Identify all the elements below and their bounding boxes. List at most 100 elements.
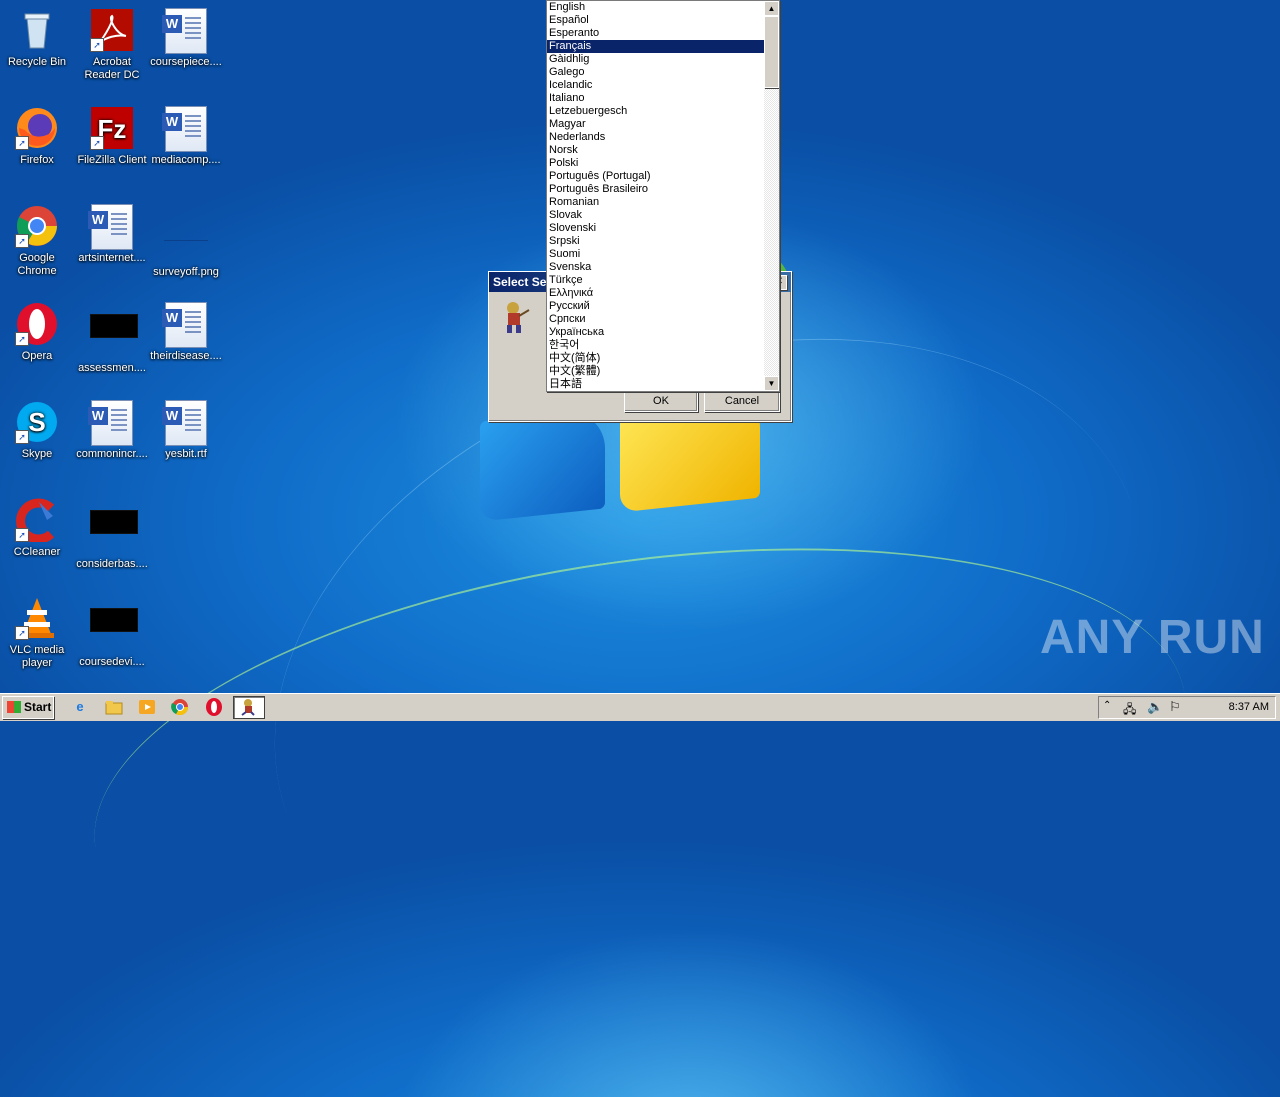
desktop-icon-label: CCleaner bbox=[13, 546, 61, 558]
desktop-icon-ccleaner[interactable]: ➚ CCleaner bbox=[0, 498, 74, 559]
shortcut-arrow-icon: ➚ bbox=[90, 38, 104, 52]
start-label: Start bbox=[24, 700, 52, 714]
desktop-icon-label: mediacomp.... bbox=[151, 154, 221, 166]
ok-button[interactable]: OK bbox=[624, 390, 698, 412]
shortcut-arrow-icon: ➚ bbox=[90, 136, 104, 150]
language-list: English Español Esperanto Français Gàidhlig G… bbox=[547, 1, 764, 391]
language-option[interactable]: Suomi bbox=[547, 248, 764, 261]
language-option[interactable]: Português Brasileiro bbox=[547, 183, 764, 196]
desktop-icon-label: coursepiece.... bbox=[150, 56, 222, 68]
png-image-icon bbox=[164, 218, 208, 262]
word-document-icon: W bbox=[162, 8, 208, 54]
shortcut-arrow-icon: ➚ bbox=[15, 430, 29, 444]
language-option[interactable]: Français bbox=[547, 40, 764, 53]
language-option[interactable]: Letzebuergesch bbox=[547, 105, 764, 118]
word-document-icon: W bbox=[88, 400, 134, 446]
language-option[interactable]: Esperanto bbox=[547, 27, 764, 40]
desktop-icon-firefox[interactable]: ➚ Firefox bbox=[0, 106, 74, 167]
language-option[interactable]: Srpski bbox=[547, 235, 764, 248]
language-option[interactable]: Norsk bbox=[547, 144, 764, 157]
action-center-flag-icon[interactable]: ⚐ bbox=[1169, 699, 1181, 715]
chrome-icon[interactable] bbox=[170, 697, 190, 717]
windows-flag-icon bbox=[7, 701, 21, 713]
language-option[interactable]: Español bbox=[547, 14, 764, 27]
cancel-button[interactable]: Cancel bbox=[704, 390, 780, 412]
desktop-icon-label: VLC media player bbox=[9, 644, 65, 669]
acrobat-icon: ➚ bbox=[90, 8, 134, 52]
shortcut-arrow-icon: ➚ bbox=[15, 528, 29, 542]
language-option[interactable]: Polski bbox=[547, 157, 764, 170]
scroll-down-arrow-icon[interactable]: ▼ bbox=[764, 376, 779, 391]
desktop-icon-label: surveyoff.png bbox=[153, 266, 219, 278]
language-option[interactable]: Svenska bbox=[547, 261, 764, 274]
desktop-icon-label: FileZilla Client bbox=[77, 154, 147, 166]
vertical-scrollbar[interactable]: ▲ ▼ bbox=[764, 1, 779, 391]
desktop-icon-filezilla[interactable]: Fz ➚ FileZilla Client bbox=[75, 106, 149, 167]
scroll-up-arrow-icon[interactable]: ▲ bbox=[764, 1, 779, 16]
desktop-icon-skype[interactable]: S ➚ Skype bbox=[0, 400, 74, 461]
word-document-icon: W bbox=[162, 302, 208, 348]
language-option[interactable]: 日本語 bbox=[547, 378, 764, 391]
desktop-icon-yesbit[interactable]: W yesbit.rtf bbox=[149, 400, 223, 461]
desktop-icon-google-chrome[interactable]: ➚ Google Chrome bbox=[0, 204, 74, 278]
taskbar-active-setup-app[interactable] bbox=[233, 696, 265, 719]
desktop-icon-vlc[interactable]: ➚ VLC media player bbox=[0, 596, 74, 670]
shortcut-arrow-icon: ➚ bbox=[15, 234, 29, 248]
desktop-icon-label: considerbas.... bbox=[76, 558, 148, 570]
firefox-icon: ➚ bbox=[15, 106, 59, 150]
desktop-icon-label: artsinternet.... bbox=[78, 252, 146, 264]
setup-mascot-icon bbox=[241, 699, 255, 716]
media-player-icon[interactable] bbox=[137, 697, 157, 717]
desktop-icon-label: theirdisease.... bbox=[150, 350, 222, 362]
language-option[interactable]: Romanian bbox=[547, 196, 764, 209]
volume-icon[interactable]: 🔈 bbox=[1147, 699, 1163, 715]
desktop-icon-theirdisease[interactable]: W theirdisease.... bbox=[149, 302, 223, 363]
language-option[interactable]: Nederlands bbox=[547, 131, 764, 144]
language-option[interactable]: Icelandic bbox=[547, 79, 764, 92]
language-option[interactable]: Türkçe bbox=[547, 274, 764, 287]
language-option[interactable]: Slovenski bbox=[547, 222, 764, 235]
language-dropdown-list[interactable]: English Español Esperanto Français Gàidhlig G… bbox=[546, 0, 780, 392]
language-option[interactable]: Português (Portugal) bbox=[547, 170, 764, 183]
desktop-icon-artsinternet[interactable]: W artsinternet.... bbox=[75, 204, 149, 265]
show-hidden-icons-icon[interactable]: ⌃ bbox=[1103, 700, 1111, 711]
desktop-icon-coursepiece[interactable]: W coursepiece.... bbox=[149, 8, 223, 69]
language-option[interactable]: Italiano bbox=[547, 92, 764, 105]
language-option[interactable]: 中文(简体) bbox=[547, 352, 764, 365]
language-option[interactable]: Српски bbox=[547, 313, 764, 326]
language-option[interactable]: 한국어 bbox=[547, 339, 764, 352]
start-button[interactable]: Start bbox=[2, 696, 54, 719]
desktop-icon-commonincr[interactable]: W commonincr.... bbox=[75, 400, 149, 461]
desktop-icon-opera[interactable]: ➚ Opera bbox=[0, 302, 74, 363]
desktop-icon-coursedevi[interactable]: coursedevi.... bbox=[75, 596, 149, 669]
language-option[interactable]: English bbox=[547, 1, 764, 14]
language-option[interactable]: Gàidhlig bbox=[547, 53, 764, 66]
language-option[interactable]: Galego bbox=[547, 66, 764, 79]
desktop-icon-surveyoff[interactable]: surveyoff.png bbox=[149, 204, 223, 279]
language-option[interactable]: Українська bbox=[547, 326, 764, 339]
vlc-cone-icon: ➚ bbox=[15, 596, 59, 640]
taskbar: Start e ⌃ 🖧 🔈 ⚐ 8:37 AM bbox=[0, 693, 1280, 721]
clock[interactable]: 8:37 AM bbox=[1229, 697, 1269, 718]
recycle-bin-icon bbox=[15, 8, 59, 52]
language-option[interactable]: Slovak bbox=[547, 209, 764, 222]
opera-icon[interactable] bbox=[204, 697, 224, 717]
desktop-icon-acrobat-reader[interactable]: ➚ Acrobat Reader DC bbox=[75, 8, 149, 82]
desktop-icon-considerbas[interactable]: considerbas.... bbox=[75, 498, 149, 571]
language-option[interactable]: 中文(繁體) bbox=[547, 365, 764, 378]
black-file-thumbnail-icon bbox=[90, 314, 138, 358]
language-option[interactable]: Ελληνικά bbox=[547, 287, 764, 300]
internet-explorer-icon[interactable]: e bbox=[70, 697, 90, 717]
file-explorer-icon[interactable] bbox=[104, 697, 124, 717]
chrome-icon: ➚ bbox=[15, 204, 59, 248]
language-option[interactable]: Русский bbox=[547, 300, 764, 313]
scrollbar-thumb[interactable] bbox=[764, 16, 779, 88]
desktop-icon-label: Skype bbox=[21, 448, 53, 460]
network-icon[interactable]: 🖧 bbox=[1123, 700, 1136, 721]
desktop-icon-mediacomp[interactable]: W mediacomp.... bbox=[149, 106, 223, 167]
word-document-icon: W bbox=[88, 204, 134, 250]
desktop-icon-recycle-bin[interactable]: Recycle Bin bbox=[0, 8, 74, 69]
desktop-icon-label: Recycle Bin bbox=[7, 56, 67, 68]
desktop-icon-assessmen[interactable]: assessmen.... bbox=[75, 302, 149, 375]
language-option[interactable]: Magyar bbox=[547, 118, 764, 131]
